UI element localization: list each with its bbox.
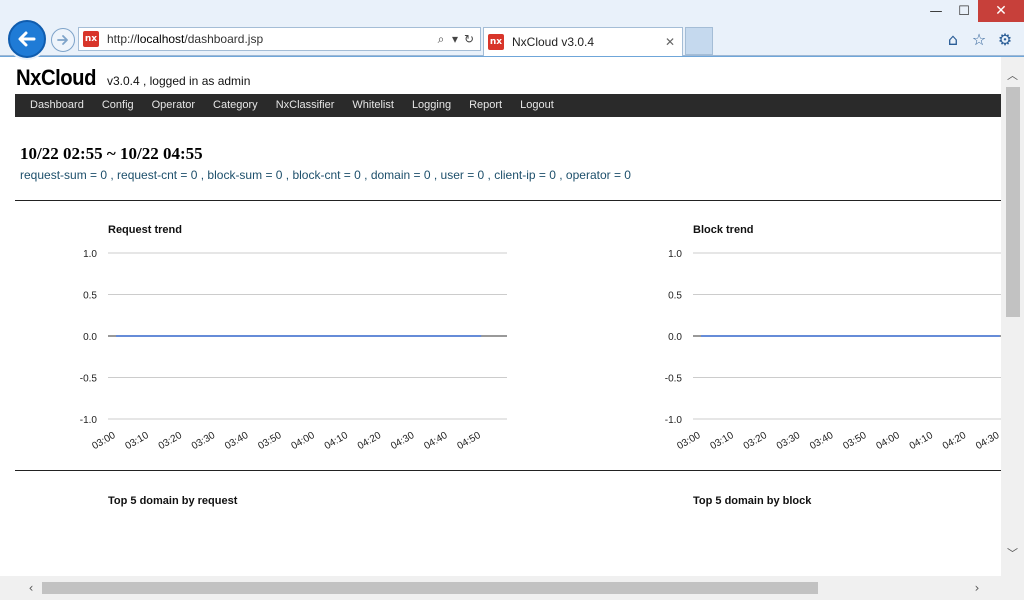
x-tick-label: 04:10 (323, 430, 351, 452)
y-tick-label: 0.5 (668, 291, 682, 302)
refresh-icon[interactable]: ↻ (462, 32, 476, 46)
x-tick-label: 04:20 (941, 430, 969, 452)
star-icon[interactable]: ☆ (970, 30, 988, 49)
x-tick-label: 03:00 (675, 430, 703, 452)
nav-category[interactable]: Category (204, 94, 267, 117)
summary-stats: request-sum = 0 , request-cnt = 0 , bloc… (20, 168, 631, 182)
x-tick-label: 03:40 (223, 430, 251, 452)
scroll-down-icon[interactable]: ﹀ (1001, 543, 1024, 563)
tab-favicon-icon: nx (488, 34, 504, 50)
y-tick-label: 0.0 (668, 332, 682, 343)
back-button[interactable] (8, 20, 46, 58)
main-nav: Dashboard Config Operator Category NxCla… (15, 94, 1001, 117)
scroll-left-icon[interactable]: ‹ (20, 576, 42, 600)
section-divider (15, 200, 1001, 201)
nav-report[interactable]: Report (460, 94, 511, 117)
page-viewport: NxCloud v3.0.4 , logged in as admin Dash… (0, 57, 1001, 576)
minimize-button[interactable]: — (922, 0, 950, 22)
y-tick-label: -1.0 (80, 415, 98, 426)
app-header: NxCloud v3.0.4 , logged in as admin (16, 65, 250, 91)
block-trend-title: Block trend (693, 224, 754, 236)
y-tick-label: 1.0 (83, 249, 97, 260)
x-tick-label: 03:20 (157, 430, 185, 452)
login-status: v3.0.4 , logged in as admin (106, 74, 251, 88)
scroll-right-icon[interactable]: › (966, 576, 988, 600)
x-tick-label: 04:20 (356, 430, 384, 452)
y-tick-label: -1.0 (665, 415, 683, 426)
x-tick-label: 04:40 (422, 430, 450, 452)
x-tick-label: 03:10 (709, 430, 737, 452)
nav-config[interactable]: Config (93, 94, 143, 117)
url-host: localhost (137, 32, 185, 46)
browser-chrome: — ☐ ✕ nx http://localhost/dashboard.jsp … (0, 0, 1024, 58)
search-icon[interactable]: ⌕ (434, 32, 448, 47)
nav-operator[interactable]: Operator (143, 94, 204, 117)
browser-tab-active[interactable]: nx NxCloud v3.0.4 ✕ (483, 27, 683, 56)
nav-whitelist[interactable]: Whitelist (343, 94, 403, 117)
tab-title: NxCloud v3.0.4 (512, 35, 595, 49)
close-window-button[interactable]: ✕ (978, 0, 1024, 22)
app-logo: NxCloud (16, 65, 96, 90)
forward-arrow-icon (57, 35, 68, 45)
url-field[interactable]: http://localhost/dashboard.jsp (107, 32, 434, 46)
nav-nxclassifier[interactable]: NxClassifier (267, 94, 344, 117)
x-tick-label: 04:30 (389, 430, 417, 452)
period-heading: 10/22 02:55 ~ 10/22 04:55 (20, 144, 203, 163)
y-tick-label: -0.5 (80, 374, 98, 385)
vertical-scrollbar[interactable]: ︿ ﹀ (1001, 57, 1024, 576)
x-tick-label: 03:50 (841, 430, 869, 452)
x-tick-label: 03:20 (742, 430, 770, 452)
url-path: /dashboard.jsp (184, 32, 264, 46)
tab-close-icon[interactable]: ✕ (662, 35, 678, 49)
block-trend-chart: 1.00.50.0-0.5-1.003:00 03:10 03:20 03:30 03:… (665, 249, 1001, 452)
x-tick-label: 04:00 (290, 430, 318, 452)
maximize-button[interactable]: ☐ (950, 0, 978, 22)
gear-icon[interactable]: ⚙ (996, 30, 1014, 49)
top-domain-request-title: Top 5 domain by request (108, 495, 238, 507)
vertical-scroll-thumb[interactable] (1006, 87, 1020, 317)
dropdown-chevron-icon[interactable]: ▾ (448, 32, 462, 46)
home-icon[interactable]: ⌂ (944, 30, 962, 49)
window-controls: — ☐ ✕ (922, 0, 1024, 22)
horizontal-scroll-thumb[interactable] (42, 582, 818, 594)
site-favicon-icon: nx (83, 31, 99, 47)
y-tick-label: 1.0 (668, 249, 682, 260)
horizontal-scrollbar[interactable]: ‹ › (0, 576, 1001, 600)
scrollbar-corner (1001, 576, 1024, 600)
section-divider (15, 470, 1001, 471)
browser-toolbar: ⌂ ☆ ⚙ (944, 30, 1014, 49)
top-domain-block-title: Top 5 domain by block (693, 495, 812, 507)
url-prefix: http:// (107, 32, 138, 46)
x-tick-label: 03:30 (775, 430, 803, 452)
y-tick-label: 0.5 (83, 291, 97, 302)
x-tick-label: 03:50 (256, 430, 284, 452)
y-tick-label: 0.0 (83, 332, 97, 343)
nav-dashboard[interactable]: Dashboard (21, 94, 93, 117)
new-tab-button[interactable] (685, 27, 713, 55)
x-tick-label: 03:40 (808, 430, 836, 452)
y-tick-label: -0.5 (665, 374, 683, 385)
x-tick-label: 03:30 (190, 430, 218, 452)
x-tick-label: 04:00 (875, 430, 903, 452)
x-tick-label: 04:10 (908, 430, 936, 452)
forward-button[interactable] (51, 28, 75, 52)
address-bar[interactable]: nx http://localhost/dashboard.jsp ⌕ ▾ ↻ (78, 27, 481, 51)
nav-logging[interactable]: Logging (403, 94, 460, 117)
x-tick-label: 03:00 (90, 430, 118, 452)
x-tick-label: 03:10 (124, 430, 152, 452)
request-trend-title: Request trend (108, 224, 182, 236)
nav-logout[interactable]: Logout (511, 94, 563, 117)
scroll-up-icon[interactable]: ︿ (1001, 65, 1024, 85)
x-tick-label: 04:30 (974, 430, 1001, 452)
request-trend-chart: 1.00.50.0-0.5-1.003:00 03:10 03:20 03:30 03:… (80, 249, 507, 452)
back-arrow-icon (18, 31, 36, 47)
x-tick-label: 04:50 (456, 430, 484, 452)
